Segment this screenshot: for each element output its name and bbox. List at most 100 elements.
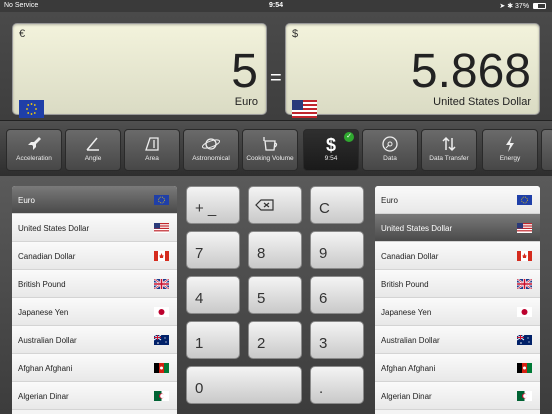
key-label: 5 [257, 290, 266, 307]
list-item-label: Australian Dollar [18, 336, 77, 345]
category-label: Energy [499, 155, 521, 162]
category-next[interactable] [541, 129, 552, 171]
lightning-icon [506, 136, 514, 152]
list-item[interactable]: Australian Dollar [375, 326, 540, 354]
category-label: 9:54 [324, 155, 338, 162]
from-symbol: € [19, 28, 26, 40]
list-item-label: Canadian Dollar [381, 252, 439, 261]
japan-flag-icon [154, 307, 169, 317]
key-8[interactable]: 8 [248, 231, 302, 269]
backspace-key[interactable] [248, 186, 302, 224]
key-2[interactable]: 2 [248, 321, 302, 359]
list-item[interactable]: Japanese Yen [375, 298, 540, 326]
to-currency-list[interactable]: Euro United States Dollar Canadian Dolla… [375, 186, 540, 414]
uk-flag-icon [154, 279, 169, 289]
list-item[interactable]: Australian Dollar [12, 326, 177, 354]
list-item-label: British Pound [381, 280, 429, 289]
checkmark-icon: ✓ [344, 132, 354, 142]
list-item[interactable]: Afghan Afghani [12, 354, 177, 382]
list-item[interactable]: British Pound [12, 270, 177, 298]
key-label: 9 [319, 245, 328, 262]
status-right: ➤ ✱ 37% [499, 2, 546, 10]
equals-sign: = [270, 67, 282, 89]
bluetooth-icon: ✱ [507, 3, 514, 10]
list-item-label: Japanese Yen [18, 308, 69, 317]
from-panel[interactable]: € 5 Euro [12, 23, 267, 118]
list-item-label: Euro [18, 196, 35, 205]
key-label: C [319, 200, 330, 217]
decimal-key[interactable]: . [310, 366, 364, 404]
category-currency[interactable]: ✓ $ 9:54 [303, 129, 359, 171]
list-item[interactable]: Afghan Afghani [375, 354, 540, 382]
category-acceleration[interactable]: Acceleration [6, 129, 62, 171]
category-label: Cooking Volume [246, 155, 294, 162]
us-flag-icon [517, 223, 532, 233]
conversion-display: € 5 Euro = $ 5.868 United States Dollar [0, 12, 552, 120]
eu-flag-icon [517, 195, 532, 205]
list-item-label: Canadian Dollar [18, 252, 76, 261]
list-item[interactable]: Japanese Yen [12, 298, 177, 326]
category-label: Area [145, 155, 159, 162]
japan-flag-icon [517, 307, 532, 317]
clear-key[interactable]: C [310, 186, 364, 224]
list-item[interactable]: Euro [12, 186, 177, 214]
key-6[interactable]: 6 [310, 276, 364, 314]
key-5[interactable]: 5 [248, 276, 302, 314]
key-3[interactable]: 3 [310, 321, 364, 359]
list-item-label: Japanese Yen [381, 308, 432, 317]
category-label: Angle [84, 155, 102, 162]
svg-text:$: $ [326, 135, 336, 153]
key-label: 0 [195, 380, 204, 397]
eu-flag-icon [19, 100, 44, 118]
status-time: 9:54 [268, 2, 283, 9]
category-label: Astronomical [192, 155, 230, 162]
list-item[interactable]: British Pound [375, 270, 540, 298]
list-item-label: Australian Dollar [381, 336, 440, 345]
australia-flag-icon [154, 335, 169, 345]
category-cooking-volume[interactable]: Cooking Volume [242, 129, 298, 171]
list-item[interactable]: Euro [375, 186, 540, 214]
category-astronomical[interactable]: Astronomical [183, 129, 239, 171]
algeria-flag-icon [517, 391, 532, 401]
list-item[interactable]: Algerian Dinar [12, 382, 177, 410]
list-item-label: Euro [381, 196, 398, 205]
key-label: 1 [195, 335, 204, 352]
list-item[interactable]: Canadian Dollar [375, 242, 540, 270]
dollar-icon: $ [326, 135, 336, 153]
canada-flag-icon [517, 251, 532, 261]
key-label: 6 [319, 290, 328, 307]
key-9[interactable]: 9 [310, 231, 364, 269]
category-label: Data Transfer [429, 155, 469, 162]
category-angle[interactable]: Angle [65, 129, 121, 171]
battery-icon [533, 3, 546, 9]
list-item[interactable]: United States Dollar [375, 214, 540, 242]
rocket-icon [28, 137, 41, 150]
list-item-label: Afghan Afghani [381, 364, 436, 373]
list-item[interactable]: United States Dollar [12, 214, 177, 242]
to-panel[interactable]: $ 5.868 United States Dollar [285, 23, 540, 118]
to-value: 5.868 [410, 45, 531, 98]
key-7[interactable]: 7 [186, 231, 240, 269]
area-icon [145, 137, 159, 151]
list-item[interactable]: Algerian Dinar [375, 382, 540, 410]
converter-body: Euro United States Dollar Canadian Dolla… [0, 176, 552, 414]
angle-icon [86, 137, 99, 151]
list-item[interactable]: Canadian Dollar [12, 242, 177, 270]
key-4[interactable]: 4 [186, 276, 240, 314]
key-1[interactable]: 1 [186, 321, 240, 359]
key-label: + _ [195, 200, 217, 217]
category-data[interactable]: Data [362, 129, 418, 171]
key-label: 4 [195, 290, 204, 307]
planet-icon [201, 138, 221, 150]
key-0[interactable]: 0 [186, 366, 302, 404]
list-item-label: Afghan Afghani [18, 364, 73, 373]
category-data-transfer[interactable]: Data Transfer [421, 129, 477, 171]
plus-minus-key[interactable]: + _ [186, 186, 240, 224]
from-currency-list[interactable]: Euro United States Dollar Canadian Dolla… [12, 186, 177, 414]
disc-icon [382, 136, 398, 152]
category-area[interactable]: Area [124, 129, 180, 171]
algeria-flag-icon [154, 391, 169, 401]
key-label: . [319, 380, 324, 397]
category-energy[interactable]: Energy [482, 129, 538, 171]
eu-flag-icon [154, 195, 169, 205]
